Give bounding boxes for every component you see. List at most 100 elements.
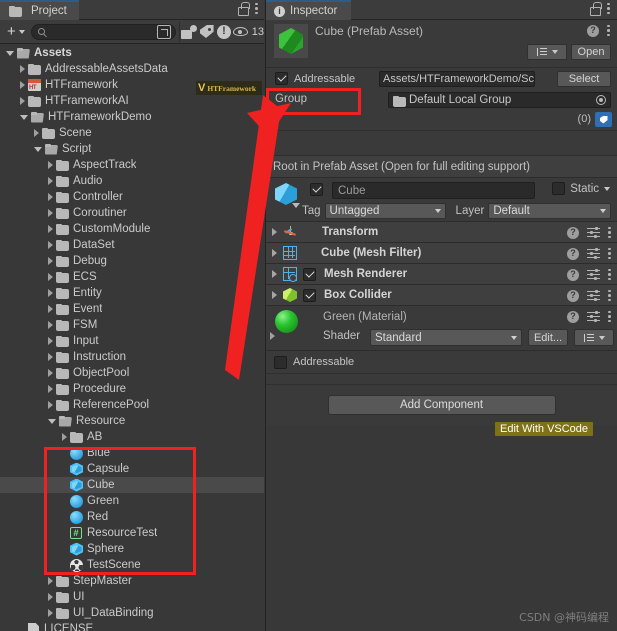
chevron-right-icon[interactable] [48, 177, 53, 185]
tree-item[interactable]: Instruction [0, 349, 264, 365]
settings-icon[interactable] [587, 310, 600, 323]
tree-item[interactable]: ECS [0, 269, 264, 285]
static-dropdown-icon[interactable] [604, 186, 610, 191]
tree-item[interactable]: AddressableAssetsData [0, 61, 264, 77]
create-asset-button[interactable]: + [4, 23, 31, 41]
tree-item[interactable]: Cube [0, 477, 264, 493]
static-checkbox[interactable] [552, 182, 566, 195]
search-popout-icon[interactable] [156, 24, 171, 39]
help-icon[interactable]: ? [567, 289, 579, 302]
tree-item[interactable]: Entity [0, 285, 264, 301]
tree-item[interactable]: StepMaster [0, 573, 264, 589]
chevron-right-icon[interactable] [272, 270, 277, 278]
chevron-right-icon[interactable] [48, 273, 53, 281]
kebab-menu-icon[interactable] [608, 268, 612, 281]
checkbox-icon[interactable] [275, 72, 288, 85]
settings-icon[interactable] [587, 226, 600, 239]
chevron-right-icon[interactable] [48, 225, 53, 233]
object-picker-icon[interactable] [596, 95, 606, 105]
tree-item[interactable]: Input [0, 333, 264, 349]
chevron-right-icon[interactable] [48, 401, 53, 409]
chevron-down-icon[interactable] [48, 418, 56, 424]
chevron-right-icon[interactable] [20, 81, 25, 89]
tree-item[interactable]: # ResourceTest [0, 525, 264, 541]
tree-item[interactable]: Procedure [0, 381, 264, 397]
lock-icon[interactable] [237, 2, 250, 16]
kebab-menu-icon[interactable] [608, 310, 612, 323]
kebab-menu-icon[interactable] [255, 2, 259, 15]
component-enabled-checkbox[interactable] [303, 267, 316, 281]
tree-item[interactable]: TestScene [0, 557, 264, 573]
chevron-right-icon[interactable] [272, 249, 277, 257]
open-prefab-button[interactable]: Open [571, 44, 611, 60]
tree-item[interactable]: AspectTrack [0, 157, 264, 173]
preset-button[interactable] [527, 44, 567, 60]
help-icon[interactable]: ? [587, 24, 599, 37]
chevron-right-icon[interactable] [48, 305, 53, 313]
layer-dropdown[interactable]: Default [488, 202, 611, 219]
tree-item[interactable]: AB [0, 429, 264, 445]
select-button[interactable]: Select [557, 71, 611, 87]
component-enabled-checkbox[interactable] [303, 288, 316, 302]
tree-item[interactable]: DataSet [0, 237, 264, 253]
tree-item[interactable]: Debug [0, 253, 264, 269]
settings-icon[interactable] [587, 289, 600, 302]
prefab-kebab-icon[interactable] [607, 24, 611, 37]
inspector-lock-icon[interactable] [589, 2, 602, 16]
chevron-right-icon[interactable] [48, 209, 53, 217]
edit-shader-button[interactable]: Edit... [528, 329, 568, 346]
addressable-toggle[interactable]: Addressable [275, 72, 355, 85]
tree-item[interactable]: Green [0, 493, 264, 509]
addressable-bottom-row[interactable]: Addressable [266, 351, 617, 373]
component-row[interactable]: Mesh Renderer? [266, 264, 617, 285]
tag-dropdown[interactable]: Untagged [324, 202, 446, 219]
tree-item[interactable]: UI_DataBinding [0, 605, 264, 621]
kebab-menu-icon[interactable] [608, 247, 612, 260]
chevron-right-icon[interactable] [48, 257, 53, 265]
chevron-right-icon[interactable] [48, 577, 53, 585]
tree-item[interactable]: Red [0, 509, 264, 525]
group-select[interactable]: Default Local Group [388, 92, 611, 108]
shader-dropdown[interactable]: Standard [370, 329, 522, 346]
material-preset-button[interactable] [574, 329, 614, 346]
tree-item[interactable]: ObjectPool [0, 365, 264, 381]
tree-item[interactable]: Audio [0, 173, 264, 189]
chevron-right-icon[interactable] [48, 353, 53, 361]
tree-item[interactable]: Event [0, 301, 264, 317]
add-component-button[interactable]: Add Component [327, 395, 556, 415]
addressable-address-field[interactable]: Assets/HTFrameworkDemo/Scrip [379, 71, 535, 87]
chevron-right-icon[interactable] [48, 609, 53, 617]
inspector-kebab-icon[interactable] [607, 2, 611, 15]
material-expand-arrow[interactable] [270, 332, 275, 340]
tree-item[interactable]: Assets [0, 45, 264, 61]
tree-item[interactable]: LICENSE [0, 621, 264, 631]
chevron-right-icon[interactable] [48, 241, 53, 249]
help-icon[interactable]: ? [567, 268, 579, 281]
chevron-right-icon[interactable] [48, 161, 53, 169]
chevron-down-icon[interactable] [6, 50, 14, 56]
chevron-right-icon[interactable] [48, 337, 53, 345]
chevron-down-icon[interactable] [34, 146, 42, 152]
tree-item[interactable]: Script [0, 141, 264, 157]
filter-by-label-button[interactable] [198, 20, 215, 44]
kebab-menu-icon[interactable] [608, 226, 612, 239]
label-badge-icon[interactable] [595, 112, 612, 127]
tree-item[interactable]: FSM [0, 317, 264, 333]
tree-item[interactable]: HTFrameworkAI [0, 93, 264, 109]
chevron-down-icon[interactable] [20, 114, 28, 120]
kebab-menu-icon[interactable] [608, 289, 612, 302]
tree-item[interactable]: HTFrameworkDemo [0, 109, 264, 125]
tree-item[interactable]: Resource [0, 413, 264, 429]
project-tree[interactable]: Assets AddressableAssetsData HTFramework HT… [0, 45, 264, 631]
settings-icon[interactable] [587, 247, 600, 260]
help-icon[interactable]: ? [567, 247, 579, 260]
chevron-right-icon[interactable] [62, 433, 67, 441]
search-input[interactable] [30, 23, 176, 40]
help-icon[interactable]: ? [567, 310, 579, 323]
chevron-right-icon[interactable] [48, 321, 53, 329]
tab-inspector[interactable]: i Inspector [266, 0, 352, 20]
chevron-right-icon[interactable] [20, 65, 25, 73]
tree-item[interactable]: Coroutiner [0, 205, 264, 221]
help-icon[interactable]: ? [567, 226, 579, 239]
filter-by-type-button[interactable] [180, 20, 198, 44]
